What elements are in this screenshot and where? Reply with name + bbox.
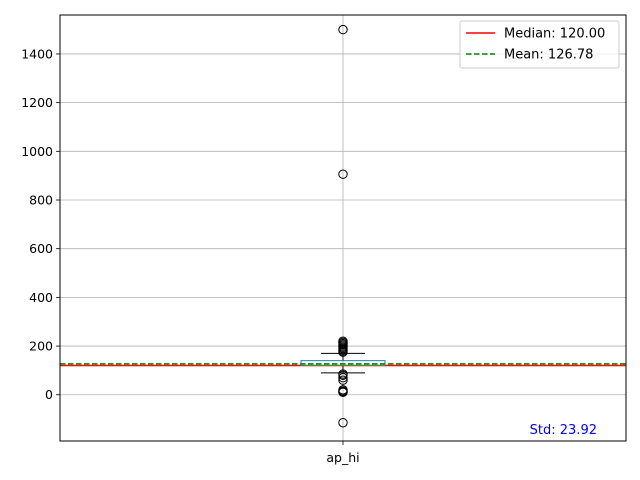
grid-layer <box>60 15 626 441</box>
x-axis-ticks: ap_hi <box>326 441 360 465</box>
y-tick-label: 1000 <box>21 144 53 159</box>
y-tick-label: 800 <box>29 193 53 208</box>
std-annotation: Std: 23.92 <box>530 423 597 438</box>
y-tick-label: 1400 <box>21 46 53 61</box>
legend: Median: 120.00 Mean: 126.78 <box>459 20 620 69</box>
y-axis-ticks: 0 200 400 600 800 1000 1200 1400 <box>21 46 60 402</box>
x-tick-label: ap_hi <box>326 450 359 465</box>
y-tick-label: 200 <box>29 339 53 354</box>
y-tick-label: 0 <box>45 387 53 402</box>
y-tick-label: 400 <box>29 290 53 305</box>
legend-mean-label: Mean: 126.78 <box>504 48 593 63</box>
legend-median-label: Median: 120.00 <box>504 27 605 42</box>
y-tick-label: 600 <box>29 241 53 256</box>
y-tick-label: 1200 <box>21 95 53 110</box>
boxplot-chart: 0 200 400 600 800 1000 1200 1400 ap_hi Median: … <box>21 14 627 465</box>
